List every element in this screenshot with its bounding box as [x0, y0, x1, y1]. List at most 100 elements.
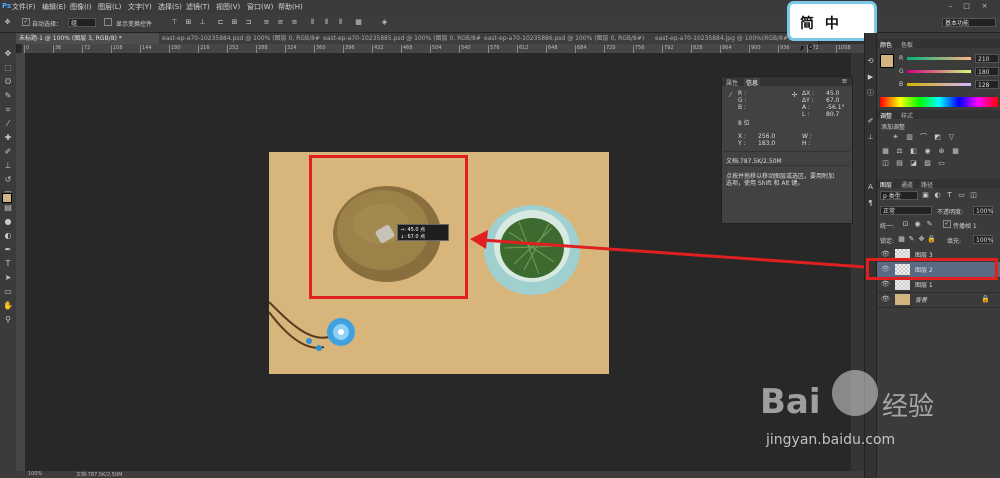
- b-slider[interactable]: [907, 83, 971, 86]
- lock-all-icon[interactable]: 🔒: [927, 235, 936, 244]
- color-r-label: R: [899, 55, 904, 62]
- visibility-eye-icon[interactable]: 👁: [881, 250, 890, 258]
- status-doc: 文档:787.5K/2.50M: [76, 472, 123, 478]
- eyedropper-icon: ⁄: [729, 91, 732, 99]
- info-dy: 67.0: [826, 97, 840, 104]
- layer-filter-kind[interactable]: p 类型: [880, 191, 918, 200]
- info-hint-line2: 选项，使用 Shift 和 Alt 键。: [726, 180, 804, 187]
- unify-visibility-icon[interactable]: ◉: [913, 220, 922, 229]
- color-g-value[interactable]: 180: [975, 67, 999, 76]
- r-slider[interactable]: [907, 57, 971, 60]
- info-dx: 45.0: [826, 90, 840, 97]
- invert-icon[interactable]: ◫: [881, 159, 890, 168]
- adjust-panel-header: 调整 样式: [877, 110, 1000, 120]
- status-zoom[interactable]: 100%: [28, 471, 42, 477]
- info-y: 183.0: [758, 140, 776, 147]
- color-b-label: B: [899, 81, 904, 88]
- tab-adjustments[interactable]: 调整: [880, 111, 892, 120]
- tab-layers[interactable]: 图层: [880, 180, 892, 189]
- visibility-eye-icon[interactable]: 👁: [881, 280, 890, 288]
- layer-name: 背景: [915, 297, 928, 304]
- paragraph-panel-icon[interactable]: ¶: [866, 199, 875, 208]
- layer-name: 图层 1: [915, 282, 933, 289]
- opacity-value[interactable]: 100%: [973, 206, 993, 215]
- propagate-checkbox[interactable]: ✓: [943, 220, 951, 228]
- info-x-label: X :: [738, 133, 747, 140]
- tab-info[interactable]: 信息: [744, 78, 761, 87]
- photo-filter-icon[interactable]: ◉: [923, 147, 932, 156]
- info-doc-size: 文档:787.5K/2.50M: [726, 158, 782, 165]
- tab-channels[interactable]: 通道: [901, 180, 913, 189]
- hue-sat-icon[interactable]: ▦: [881, 147, 890, 156]
- highlight-box-layer: [866, 258, 998, 280]
- watermark-brand: Bai: [760, 382, 821, 422]
- paw-icon: [832, 370, 878, 416]
- tab-paths[interactable]: 路径: [921, 180, 933, 189]
- exposure-icon[interactable]: ◩: [933, 133, 942, 142]
- info-x: 256.0: [758, 133, 776, 140]
- fill-value[interactable]: 100%: [973, 235, 993, 244]
- adjustment-icons: ☀ ▥ ⌒ ◩ ▽ ▦ ⚖ ◧ ◉ ⊛ ▦ ◫ ▤ ◪ ▨ ▭: [881, 133, 999, 167]
- clone-source-icon[interactable]: ⊥: [866, 133, 875, 142]
- threshold-icon[interactable]: ◪: [909, 159, 918, 168]
- blend-mode-select[interactable]: 正常: [880, 206, 932, 215]
- tab-styles[interactable]: 样式: [901, 111, 913, 120]
- tab-swatches[interactable]: 色板: [901, 40, 913, 49]
- color-spectrum[interactable]: [880, 97, 998, 107]
- info-panel: 属性 信息 ≡ R : G : B : 8 位 ΔX : 45.0 ΔY : 6…: [721, 76, 853, 224]
- propagate-label: 传播帧 1: [953, 223, 977, 230]
- gradient-map-icon[interactable]: ▭: [937, 159, 946, 168]
- unify-style-icon[interactable]: ✎: [925, 220, 934, 229]
- filter-type-icon[interactable]: T: [945, 191, 954, 200]
- tab-color[interactable]: 颜色: [880, 40, 892, 49]
- info-panel-header: 属性 信息 ≡: [722, 77, 852, 87]
- watermark-brand2: 经验: [882, 392, 935, 422]
- layer-row-background[interactable]: 👁 背景 🔒: [877, 292, 1000, 308]
- lock-pixels-icon[interactable]: ✎: [907, 235, 916, 244]
- info-panel-icon[interactable]: ⓘ: [866, 89, 875, 98]
- lock-label: 锁定:: [880, 238, 895, 245]
- info-g-label: G :: [738, 97, 747, 104]
- filter-shape-icon[interactable]: ▭: [957, 191, 966, 200]
- history-panel-icon[interactable]: ⟲: [866, 57, 875, 66]
- color-lookup-icon[interactable]: ▦: [951, 147, 960, 156]
- curves-icon[interactable]: ⌒: [919, 133, 928, 142]
- color-balance-icon[interactable]: ⚖: [895, 147, 904, 156]
- vibrance-icon[interactable]: ▽: [947, 133, 956, 142]
- brightness-icon[interactable]: ☀: [891, 133, 900, 142]
- bw-icon[interactable]: ◧: [909, 147, 918, 156]
- filter-adjust-icon[interactable]: ◐: [933, 191, 942, 200]
- channel-mixer-icon[interactable]: ⊛: [937, 147, 946, 156]
- info-l: 80.7: [826, 111, 840, 118]
- color-fg-swatch[interactable]: [880, 54, 894, 68]
- lock-icon: 🔒: [981, 295, 990, 303]
- posterize-icon[interactable]: ▤: [895, 159, 904, 168]
- tab-properties[interactable]: 属性: [726, 78, 738, 87]
- g-slider[interactable]: [907, 70, 971, 73]
- character-panel-icon[interactable]: A: [866, 183, 875, 192]
- filter-smart-icon[interactable]: ◫: [969, 191, 978, 200]
- color-b-value[interactable]: 128: [975, 80, 999, 89]
- brush-panel-icon[interactable]: ✐: [866, 117, 875, 126]
- lock-position-icon[interactable]: ✥: [917, 235, 926, 244]
- info-a: -56.1°: [826, 104, 845, 111]
- panel-menu-icon[interactable]: ≡: [840, 77, 849, 86]
- filter-pixel-icon[interactable]: ▣: [921, 191, 930, 200]
- info-bits: 8 位: [738, 120, 750, 127]
- unify-label: 统一:: [880, 223, 895, 230]
- visibility-eye-icon[interactable]: 👁: [881, 295, 890, 303]
- actions-panel-icon[interactable]: ▶: [866, 73, 875, 82]
- levels-icon[interactable]: ▥: [905, 133, 914, 142]
- lock-transparent-icon[interactable]: ▦: [897, 235, 906, 244]
- callout-text: 简 中 ,。: [800, 16, 842, 52]
- baidu-watermark: Bai 经验 jingyan.baidu.com: [760, 368, 960, 468]
- selective-color-icon[interactable]: ▨: [923, 159, 932, 168]
- adjust-title: 添加调整: [881, 124, 906, 131]
- color-panel-header: 颜色 色板: [877, 39, 1000, 49]
- color-g-label: G: [899, 68, 904, 75]
- unify-position-icon[interactable]: ⊡: [901, 220, 910, 229]
- info-dx-label: ΔX :: [802, 90, 815, 97]
- info-l-label: L :: [802, 111, 810, 118]
- info-dy-label: ΔY :: [802, 97, 814, 104]
- color-r-value[interactable]: 210: [975, 54, 999, 63]
